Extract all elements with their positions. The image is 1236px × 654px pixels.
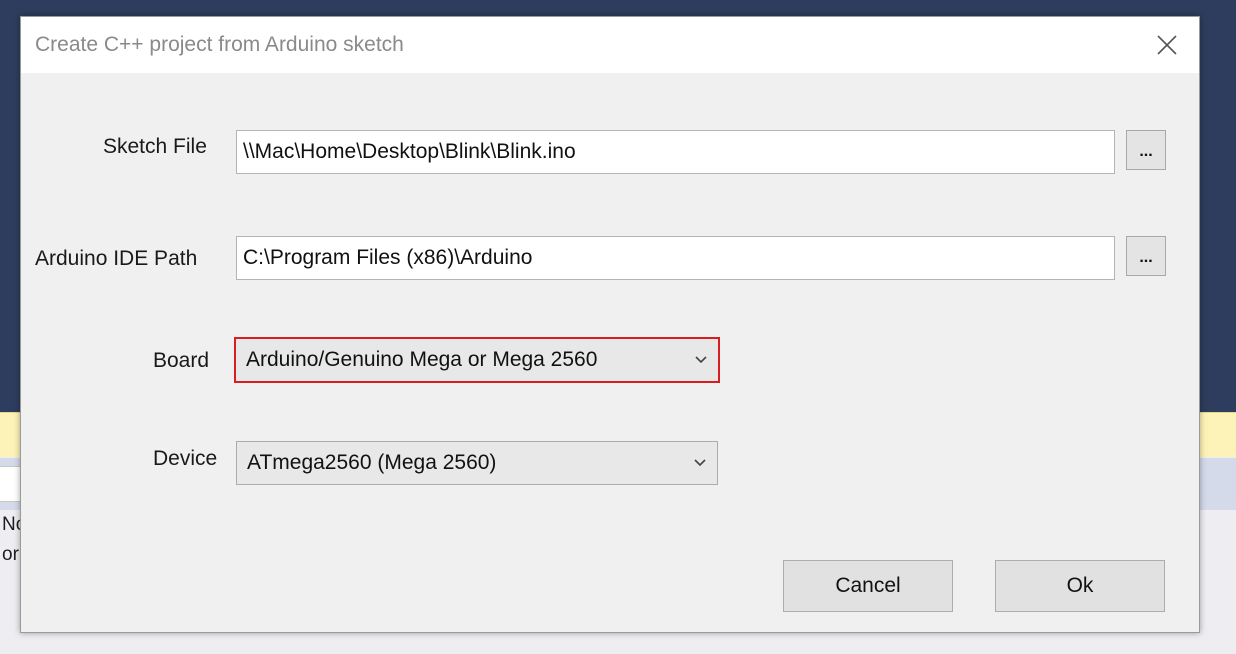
close-button[interactable] [1149,29,1185,61]
device-label: Device [153,447,218,470]
ok-button[interactable]: Ok [995,560,1165,612]
sketch-file-input[interactable] [236,130,1115,174]
cancel-button[interactable]: Cancel [783,560,953,612]
chevron-down-icon [694,459,706,467]
board-selected-value: Arduino/Genuino Mega or Mega 2560 [246,348,598,371]
ide-path-input[interactable] [236,236,1115,280]
ide-path-browse-button[interactable]: ... [1126,236,1166,276]
board-label: Board [153,349,210,372]
close-icon [1157,35,1177,55]
background-text-line-2: or [2,544,19,565]
dialog-titlebar: Create C++ project from Arduino sketch [21,17,1199,73]
dialog-title: Create C++ project from Arduino sketch [35,33,404,56]
ide-path-label: Arduino IDE Path [35,247,198,270]
create-project-dialog: Create C++ project from Arduino sketch S… [20,16,1200,633]
device-selected-value: ATmega2560 (Mega 2560) [247,451,497,474]
chevron-down-icon [695,356,707,364]
sketch-file-label: Sketch File [103,135,207,158]
board-select[interactable]: Arduino/Genuino Mega or Mega 2560 [234,337,720,383]
sketch-file-browse-button[interactable]: ... [1126,130,1166,170]
device-select[interactable]: ATmega2560 (Mega 2560) [236,441,718,485]
